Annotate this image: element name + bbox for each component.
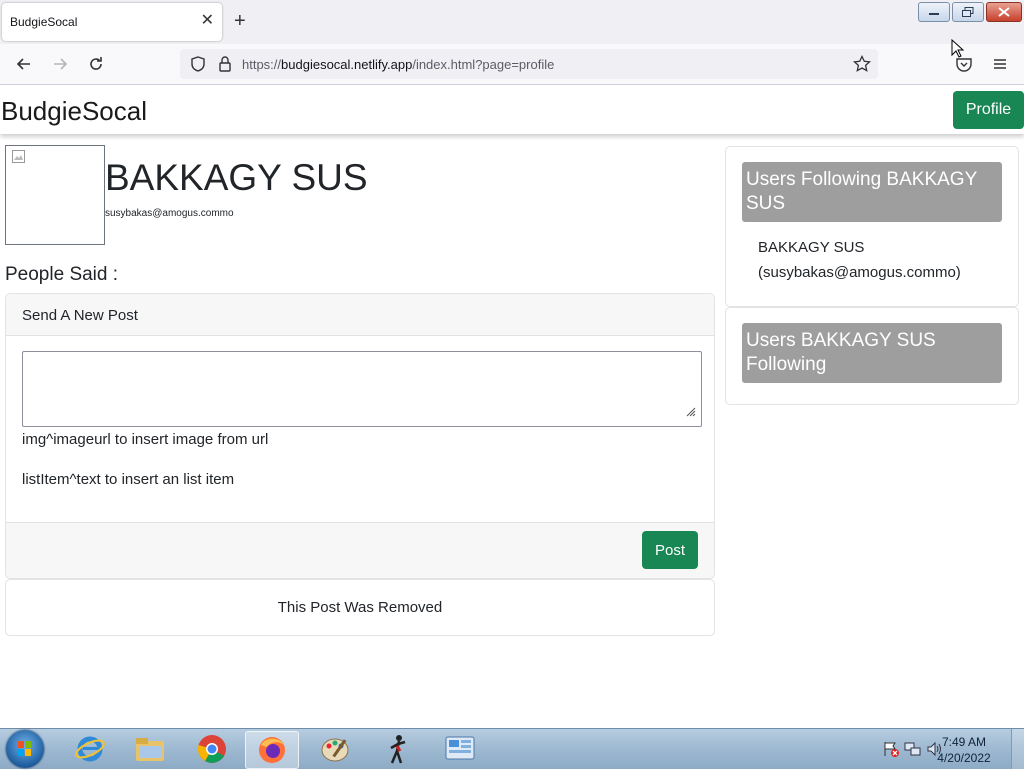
resize-grip-icon[interactable] xyxy=(686,407,696,417)
follower-email: (susybakas@amogus.commo) xyxy=(758,264,961,281)
tab-close-icon[interactable]: ✕ xyxy=(201,12,214,30)
stick-figure-icon xyxy=(390,735,406,764)
lock-icon[interactable] xyxy=(215,54,235,74)
post-textarea[interactable] xyxy=(22,351,702,427)
taskbar-control-panel[interactable] xyxy=(434,731,486,767)
taskbar-chrome[interactable] xyxy=(186,731,238,767)
forward-arrow-icon[interactable] xyxy=(50,54,70,74)
address-bar[interactable]: https://budgiesocal.netlify.app/index.ht… xyxy=(180,49,878,79)
follower-name: BAKKAGY SUS xyxy=(758,239,865,256)
paint-palette-icon xyxy=(321,738,349,762)
window-controls xyxy=(918,2,1022,22)
windows-logo-icon xyxy=(18,741,31,756)
restore-button[interactable] xyxy=(952,2,984,22)
reload-icon[interactable] xyxy=(86,54,106,74)
following-title: Users BAKKAGY SUS Following xyxy=(742,323,1002,383)
site-brand[interactable]: BudgieSocal xyxy=(1,96,147,127)
hamburger-menu-icon[interactable] xyxy=(990,54,1010,74)
restore-icon xyxy=(962,7,974,17)
windows-taskbar: 7:49 AM 4/20/2022 xyxy=(0,728,1024,769)
image-hint: img^imageurl to insert image from url xyxy=(22,431,269,448)
taskbar-firefox[interactable] xyxy=(245,731,299,769)
tracking-shield-icon[interactable] xyxy=(188,54,208,74)
clock-time[interactable]: 7:49 AM xyxy=(934,735,994,749)
bookmark-star-icon[interactable] xyxy=(852,54,872,74)
show-desktop-button[interactable] xyxy=(1011,729,1024,769)
close-icon xyxy=(998,7,1010,17)
followers-title: Users Following BAKKAGY SUS xyxy=(742,162,1002,222)
minimize-icon xyxy=(929,13,939,15)
url-path: /index.html?page=profile xyxy=(412,57,555,72)
profile-button[interactable]: Profile xyxy=(953,91,1024,129)
chrome-icon xyxy=(197,735,226,763)
folder-icon xyxy=(136,738,164,761)
network-icon[interactable] xyxy=(904,741,922,757)
following-card: Users BAKKAGY SUS Following xyxy=(725,307,1019,405)
post-button[interactable]: Post xyxy=(642,531,698,569)
mouse-cursor-icon xyxy=(951,39,965,58)
post-card: This Post Was Removed xyxy=(5,579,715,636)
site-header: BudgieSocal Profile xyxy=(0,85,1024,134)
broken-image-icon xyxy=(12,150,25,163)
url-prefix: https:// xyxy=(242,57,282,72)
new-post-card-header: Send A New Post xyxy=(6,294,714,336)
taskbar-stick-figure-app[interactable] xyxy=(372,731,424,767)
taskbar-explorer[interactable] xyxy=(124,731,176,767)
close-window-button[interactable] xyxy=(986,2,1022,22)
new-tab-button[interactable]: + xyxy=(234,10,246,32)
internet-explorer-icon xyxy=(75,736,105,762)
firefox-icon xyxy=(259,737,285,763)
avatar xyxy=(5,145,105,245)
clock-date[interactable]: 4/20/2022 xyxy=(934,751,994,765)
taskbar-ie[interactable] xyxy=(64,731,116,767)
profile-name: BAKKAGY SUS xyxy=(105,157,368,198)
browser-navbar: https://budgiesocal.netlify.app/index.ht… xyxy=(0,44,1024,85)
browser-tab[interactable]: BudgieSocal ✕ xyxy=(2,3,222,41)
new-post-card-footer: Post xyxy=(6,522,714,578)
control-panel-icon xyxy=(445,736,475,760)
minimize-button[interactable] xyxy=(918,2,950,22)
browser-tab-strip: BudgieSocal ✕ + xyxy=(0,0,1024,44)
taskbar-paint[interactable] xyxy=(310,731,362,767)
start-button[interactable] xyxy=(6,730,44,768)
new-post-title: Send A New Post xyxy=(22,307,138,324)
people-said-heading: People Said : xyxy=(5,264,119,285)
action-center-flag-icon[interactable] xyxy=(882,741,900,757)
tab-title: BudgieSocal xyxy=(10,15,78,29)
back-arrow-icon[interactable] xyxy=(14,54,34,74)
profile-email: susybakas@amogus.commo xyxy=(105,208,234,219)
post-text: This Post Was Removed xyxy=(277,599,443,616)
url-text[interactable]: https://budgiesocal.netlify.app/index.ht… xyxy=(242,57,554,72)
follower-item[interactable]: BAKKAGY SUS (susybakas@amogus.commo) xyxy=(758,235,961,285)
followers-card: Users Following BAKKAGY SUS BAKKAGY SUS … xyxy=(725,146,1019,307)
url-host: budgiesocal.netlify.app xyxy=(281,57,413,72)
new-post-card: Send A New Post img^imageurl to insert i… xyxy=(5,293,715,579)
list-hint: listItem^text to insert an list item xyxy=(22,471,235,488)
